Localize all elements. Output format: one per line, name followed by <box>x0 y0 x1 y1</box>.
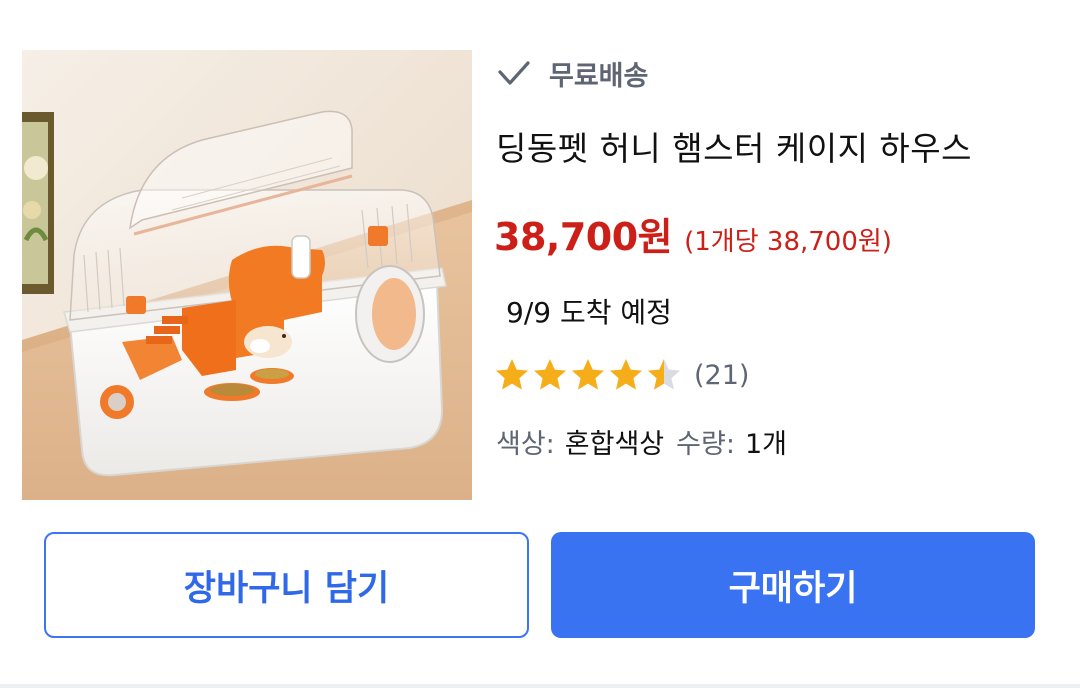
star-full-icon <box>610 359 642 390</box>
add-to-cart-button[interactable]: 장바구니 담기 <box>44 532 529 638</box>
color-option-label: 색상: <box>496 429 555 460</box>
product-title[interactable]: 딩동펫 허니 햄스터 케이지 하우스 <box>496 122 972 170</box>
quantity-value: 1개 <box>744 429 787 460</box>
product-price: 38,700원 <box>494 215 673 259</box>
star-rating <box>494 357 684 393</box>
divider <box>0 684 1080 688</box>
free-shipping-label: 무료배송 <box>497 52 648 94</box>
selected-options: 색상: 혼합색상 수량: 1개 <box>496 422 799 461</box>
star-half-icon <box>648 359 680 390</box>
rating-row[interactable]: (21) <box>494 354 749 396</box>
star-full-icon <box>534 359 566 390</box>
hamster-cage-illustration: ↄ <box>22 50 472 500</box>
product-image[interactable]: ↄ <box>22 50 472 500</box>
star-full-icon <box>572 359 604 390</box>
buy-now-label: 구매하기 <box>728 568 858 609</box>
delivery-estimate: 9/9 도착 예정 <box>506 296 672 329</box>
free-shipping-text: 무료배송 <box>549 60 649 92</box>
check-icon <box>498 61 530 85</box>
star-full-icon <box>496 359 528 390</box>
price-row: 38,700원 (1개당 38,700원) <box>494 206 892 261</box>
color-option-value: 혼합색상 <box>564 429 665 460</box>
buy-now-button[interactable]: 구매하기 <box>551 532 1035 638</box>
unit-price: (1개당 38,700원) <box>684 227 892 257</box>
review-count[interactable]: (21) <box>694 360 749 391</box>
add-to-cart-label: 장바구니 담기 <box>183 568 390 609</box>
product-card: ↄ <box>0 0 1080 684</box>
quantity-label: 수량: <box>676 429 735 460</box>
